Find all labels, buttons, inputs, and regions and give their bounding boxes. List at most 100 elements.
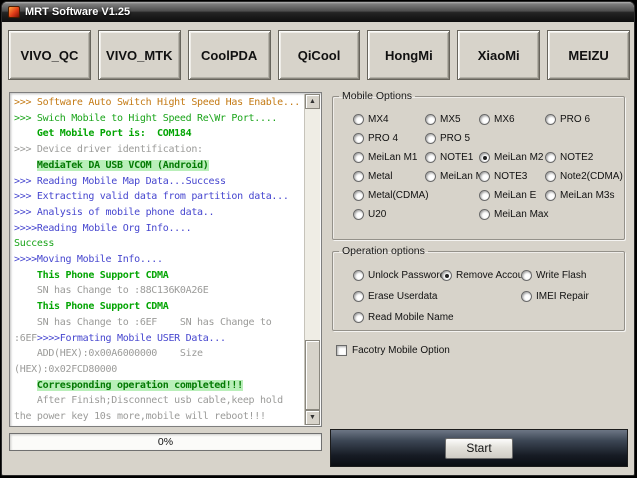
tab-qicool[interactable]: QiCool <box>277 30 361 80</box>
radio-label: Metal <box>368 171 393 182</box>
radio-label: MeiLan M1 <box>368 152 418 163</box>
radio-circle <box>425 133 436 144</box>
radio-unlock-password[interactable]: Unlock Password <box>353 265 445 286</box>
radio-label: Erase Userdata <box>368 291 438 302</box>
checkbox-box <box>336 345 347 356</box>
log-segment: >>> Extracting valid data from partition… <box>14 191 289 203</box>
log-line: Get Mobile Port is: COM184 <box>14 126 302 142</box>
radio-note1[interactable]: NOTE1 <box>425 148 475 167</box>
radio-label: Note2(CDMA) <box>560 171 623 182</box>
tab-xiaomi[interactable]: XiaoMi <box>457 30 541 80</box>
radio-meilan-e[interactable]: MeiLan E <box>479 186 541 205</box>
radio-label: U20 <box>368 209 387 220</box>
empty-cell <box>545 129 624 148</box>
radio-label: Unlock Password <box>368 270 446 281</box>
radio-label: MX6 <box>494 114 515 125</box>
scrollbar-thumb[interactable] <box>305 340 320 410</box>
mobile-options-title: Mobile Options <box>342 90 413 102</box>
radio-label: Write Flash <box>536 270 587 281</box>
log-segment: >>>>Moving Mobile Info.... <box>14 254 163 266</box>
radio-write-flash[interactable]: Write Flash <box>521 265 624 286</box>
radio-label: MX4 <box>368 114 389 125</box>
radio-label: IMEI Repair <box>536 291 589 302</box>
log-lines: >>> Software Auto Switch Hight Speed Has… <box>14 95 302 424</box>
log-segment: :6EF <box>14 332 37 344</box>
log-line: This Phone Support CDMA <box>14 299 302 315</box>
scroll-down-button[interactable]: ▼ <box>305 410 320 425</box>
tab-hongmi[interactable]: HongMi <box>367 30 451 80</box>
radio-imei-repair[interactable]: IMEI Repair <box>521 286 624 307</box>
tab-vivo-qc[interactable]: VIVO_QC <box>8 30 91 80</box>
radio-u20[interactable]: U20 <box>353 205 421 224</box>
log-line: This Phone Support CDMA <box>14 268 302 284</box>
operation-options-group: Operation options Unlock Password Remove … <box>332 245 625 331</box>
factory-mobile-option-checkbox[interactable]: Facotry Mobile Option <box>336 345 450 356</box>
log-line: After Finish;Disconnect usb cable,keep h… <box>14 393 302 409</box>
tab-meizu[interactable]: MEIZU <box>547 30 631 80</box>
tab-coolpda[interactable]: CoolPDA <box>187 30 271 80</box>
radio-remove-account[interactable]: Remove Account <box>441 265 532 286</box>
radio-note3[interactable]: NOTE3 <box>479 167 541 186</box>
radio-note2-cdma[interactable]: Note2(CDMA) <box>545 167 624 186</box>
scrollbar-track[interactable] <box>305 109 320 410</box>
log-segment: >>> Device driver identification: <box>14 144 203 156</box>
progress-label: 0% <box>157 436 174 448</box>
log-segment: >>> Software Auto Switch Hight Speed Has… <box>14 97 301 108</box>
radio-meilan-m1[interactable]: MeiLan M1 <box>353 148 421 167</box>
tab-vivo-mtk[interactable]: VIVO_MTK <box>97 30 181 80</box>
log-segment: This Phone Support CDMA <box>14 301 169 313</box>
titlebar[interactable]: MRT Software V1.25 <box>2 2 634 22</box>
log-segment: SN has Change to :88C136K0A26E <box>14 285 209 297</box>
empty-cell <box>425 186 475 205</box>
radio-read-mobile-name[interactable]: Read Mobile Name <box>353 307 454 328</box>
log-segment: Success <box>14 238 55 250</box>
radio-meilan-max[interactable]: MeiLan Max <box>479 205 548 224</box>
radio-label: NOTE3 <box>494 171 528 182</box>
checkbox-label: Facotry Mobile Option <box>352 345 450 356</box>
log-panel[interactable]: >>> Software Auto Switch Hight Speed Has… <box>9 92 322 427</box>
radio-metal-cdma[interactable]: Metal(CDMA) <box>353 186 429 205</box>
radio-pro-5[interactable]: PRO 5 <box>425 129 475 148</box>
radio-circle <box>479 171 490 182</box>
radio-erase-userdata[interactable]: Erase Userdata <box>353 286 441 307</box>
radio-metal[interactable]: Metal <box>353 167 421 186</box>
radio-meilan-m2[interactable]: MeiLan M2 <box>479 148 543 167</box>
radio-mx5[interactable]: MX5 <box>425 110 475 129</box>
radio-circle <box>521 270 532 281</box>
log-line: ADD(HEX):0x00A6000000 Size <box>14 346 302 362</box>
radio-pro-4[interactable]: PRO 4 <box>353 129 421 148</box>
log-segment: >>> Analysis of mobile phone data.. <box>14 206 215 218</box>
log-scrollbar[interactable]: ▲ ▼ <box>304 94 320 425</box>
radio-circle <box>353 133 364 144</box>
log-line: Corresponding operation completed!!! <box>14 378 302 394</box>
scroll-up-button[interactable]: ▲ <box>305 94 320 109</box>
start-button[interactable]: Start <box>445 437 513 459</box>
log-line: SN has Change to :88C136K0A26E <box>14 283 302 299</box>
radio-mx4[interactable]: MX4 <box>353 110 421 129</box>
empty-cell <box>545 205 624 224</box>
radio-circle <box>441 270 452 281</box>
log-segment: Corresponding operation completed!!! <box>36 379 243 391</box>
log-segment: >>>>Reading Mobile Org Info.... <box>14 222 192 234</box>
radio-label: MeiLan M3s <box>560 190 615 201</box>
radio-label: PRO 4 <box>368 133 399 144</box>
log-line: >>> Swich Mobile to Hight Speed Re\Wr Po… <box>14 111 302 127</box>
radio-meilan-m3[interactable]: MeiLan M3 <box>425 167 489 186</box>
empty-cell <box>479 129 541 148</box>
radio-mx6[interactable]: MX6 <box>479 110 541 129</box>
radio-circle <box>353 190 364 201</box>
radio-circle <box>353 312 364 323</box>
log-segment: the power key 10s more,mobile will reboo… <box>14 411 266 423</box>
radio-note2[interactable]: NOTE2 <box>545 148 624 167</box>
radio-meilan-m3s[interactable]: MeiLan M3s <box>545 186 624 205</box>
radio-circle <box>425 114 436 125</box>
radio-pro-6[interactable]: PRO 6 <box>545 110 624 129</box>
radio-label: PRO 6 <box>560 114 591 125</box>
app-icon <box>8 6 20 18</box>
radio-label: MeiLan Max <box>494 209 549 220</box>
empty-cell <box>441 307 521 328</box>
log-line: MediaTek DA USB VCOM (Android) <box>14 158 302 174</box>
log-line: >>> Analysis of mobile phone data.. <box>14 205 302 221</box>
log-segment: MediaTek DA USB VCOM (Android) <box>36 159 209 171</box>
radio-label: MeiLan E <box>494 190 537 201</box>
